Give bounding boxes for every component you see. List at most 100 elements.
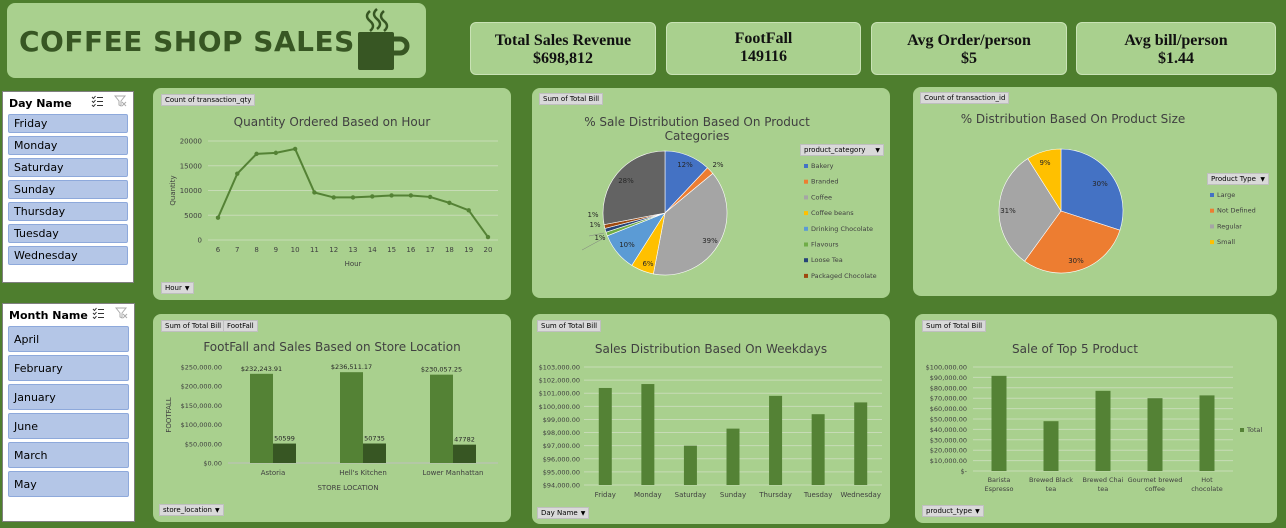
legend-swatch [1210, 208, 1214, 213]
slicer-title: Day Name [9, 96, 72, 110]
data-label: 50735 [364, 435, 385, 443]
product-type-field-button[interactable]: product_type ▼ [922, 505, 984, 517]
y-tick-label: $95,000.00 [543, 468, 580, 476]
day-slicer-item[interactable]: Wednesday [8, 246, 128, 265]
data-point [370, 194, 375, 199]
data-point [466, 208, 471, 213]
day-slicer-item[interactable]: Monday [8, 136, 128, 155]
bar [250, 373, 273, 463]
y-tick-label: $98,000.00 [543, 429, 580, 437]
bar [363, 443, 386, 463]
data-label: 28% [618, 177, 634, 185]
x-axis-label: STORE LOCATION [317, 484, 378, 492]
y-tick-label: 0 [198, 237, 202, 245]
weekday-bar-chart: $94,000.00 $95,000.00 $96,000.00 $97,000.00… [539, 364, 882, 499]
product-type-filter-button[interactable]: Product Type ▼ [1207, 173, 1269, 185]
legend-swatch [804, 258, 808, 263]
bar [769, 395, 783, 485]
store-location-field-button[interactable]: store_location ▼ [159, 504, 224, 516]
data-label: 10% [619, 241, 635, 249]
data-label: 31% [1000, 207, 1016, 215]
bar [641, 384, 655, 485]
month-slicer-item[interactable]: March [8, 442, 129, 468]
legend-swatch [1210, 224, 1214, 229]
pie-slice [602, 150, 666, 225]
multi-select-icon[interactable] [92, 307, 105, 319]
data-label: 1% [587, 211, 598, 219]
day-slicer-item[interactable]: Tuesday [8, 224, 128, 243]
x-tick-label: 11 [310, 246, 319, 254]
x-tick-label: Hot chocolate [1191, 476, 1223, 493]
bar [726, 428, 740, 485]
data-label: 9% [1039, 159, 1050, 167]
bar [430, 374, 453, 463]
hour-line-chart: 0 5000 10000 15000 20000 6 7 8 9 10 11 12 13 14 15 16 17… [169, 138, 498, 268]
day-name-slicer: Day Name Friday Monday Saturday Sunday T… [2, 91, 134, 283]
day-slicer-item[interactable]: Thursday [8, 202, 128, 221]
x-tick-label: Brewed Chai tea [1083, 476, 1124, 493]
x-tick-label: 17 [426, 246, 435, 254]
legend-swatch [804, 211, 808, 216]
data-point [215, 215, 221, 220]
x-tick-label: 18 [445, 246, 454, 254]
dashboard-title: COFFEE SHOP SALES [19, 25, 355, 58]
y-tick-label: $200,000.00 [181, 383, 222, 391]
legend-swatch [804, 195, 808, 200]
legend-swatch [1210, 193, 1214, 197]
data-label: $236,511.17 [331, 363, 372, 371]
bar [1147, 398, 1163, 471]
day-name-field-button[interactable]: Day Name ▼ [537, 507, 590, 519]
day-slicer-item[interactable]: Saturday [8, 158, 128, 177]
data-point [292, 146, 298, 152]
data-point [408, 193, 414, 198]
bar [598, 387, 612, 485]
y-tick-label: $97,000.00 [543, 442, 580, 450]
data-label: $230,057.25 [421, 366, 462, 374]
legend-label: Total [1246, 426, 1262, 434]
x-tick-label: Brewed Black tea [1029, 476, 1073, 493]
x-tick-label: 6 [216, 246, 221, 254]
month-slicer-item[interactable]: May [8, 471, 129, 497]
clear-filter-icon[interactable] [114, 95, 127, 107]
kpi-value: $1.44 [1158, 50, 1194, 67]
x-tick-label: 12 [329, 246, 338, 254]
hour-chart-panel: Count of transaction_qty Quantity Ordere… [153, 88, 511, 300]
legend-label: Coffee [811, 193, 832, 201]
x-tick-label: 16 [406, 246, 415, 254]
bar [811, 414, 825, 485]
bar [273, 443, 296, 463]
y-tick-label: $60,000.00 [930, 405, 967, 413]
x-tick-label: Thursday [758, 491, 792, 499]
y-tick-label: $50,000.00 [185, 440, 222, 448]
day-slicer-item[interactable]: Friday [8, 114, 128, 133]
hour-field-button[interactable]: Hour ▼ [161, 282, 194, 294]
legend-swatch [804, 273, 808, 278]
month-slicer-item[interactable]: April [8, 326, 129, 352]
data-label: 39% [702, 237, 718, 245]
multi-select-icon[interactable] [91, 95, 104, 107]
day-slicer-item[interactable]: Sunday [8, 180, 128, 199]
y-tick-label: $0.00 [203, 460, 222, 468]
data-point [254, 151, 259, 157]
clear-filter-icon[interactable] [115, 307, 128, 319]
legend-label: Regular [1217, 222, 1242, 230]
month-slicer-item[interactable]: January [8, 384, 129, 410]
product-category-filter-button[interactable]: product_category ▼ [800, 144, 884, 156]
x-tick-label: 15 [387, 246, 396, 254]
x-tick-label: Lower Manhattan [423, 469, 484, 477]
data-label: 1% [594, 234, 605, 242]
x-tick-label: Wednesday [840, 491, 881, 499]
legend-swatch [804, 164, 808, 168]
y-tick-label: 5000 [184, 212, 202, 220]
series-line [217, 147, 489, 238]
coffee-cup-icon [358, 8, 410, 70]
y-tick-label: $96,000.00 [543, 455, 580, 463]
kpi-footfall: FootFall 149116 [666, 22, 861, 75]
month-slicer-item[interactable]: June [8, 413, 129, 439]
month-slicer-item[interactable]: February [8, 355, 129, 381]
x-tick-label: 7 [235, 246, 239, 254]
data-point [350, 195, 356, 200]
kpi-label: Total Sales Revenue [494, 32, 632, 49]
data-point [447, 200, 452, 206]
x-tick-label: 19 [464, 246, 473, 254]
